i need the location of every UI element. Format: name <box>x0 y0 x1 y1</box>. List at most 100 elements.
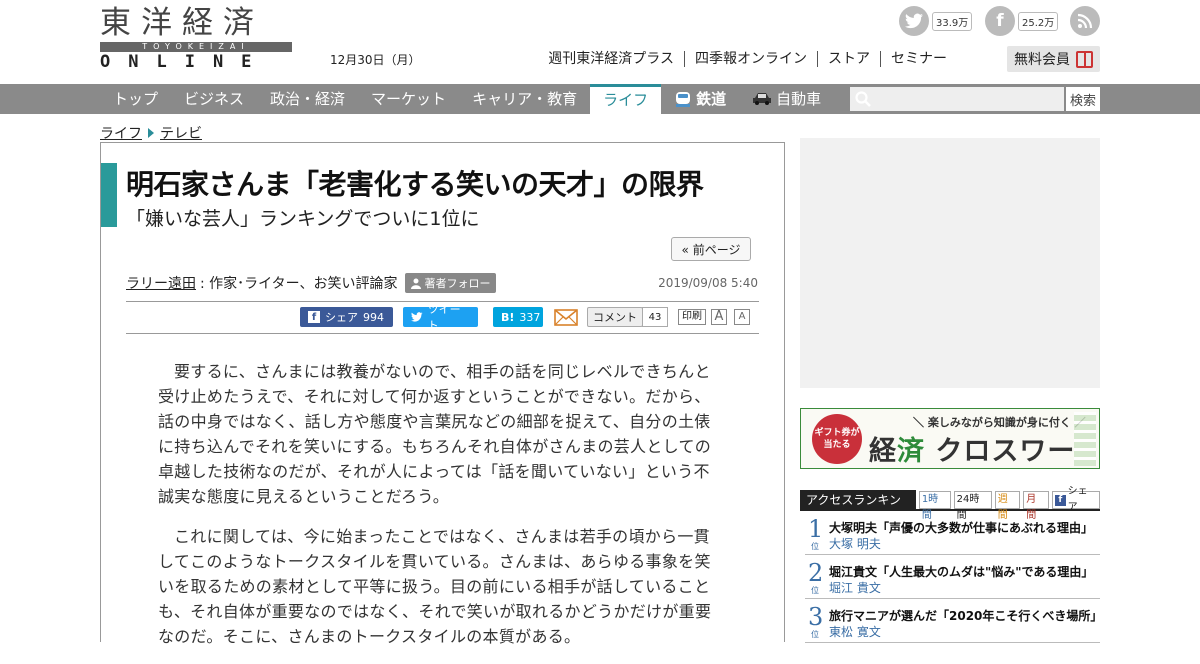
facebook-icon: f <box>985 6 1015 36</box>
gift-icon <box>1076 50 1093 68</box>
search-input[interactable] <box>850 87 1064 111</box>
tab-weekly[interactable]: 週間 <box>994 491 1021 521</box>
nav-business[interactable]: ビジネス <box>171 84 257 114</box>
ranking-tabs: アクセスランキング 1時間 24時間 週間 月間 f シェア <box>800 486 1100 527</box>
nav-politics[interactable]: 政治・経済 <box>257 84 358 114</box>
link-store[interactable]: ストア <box>818 51 881 67</box>
facebook-count: 25.2万 <box>1018 11 1059 31</box>
search-icon <box>855 91 871 107</box>
facebook-small-icon: f <box>1054 494 1066 506</box>
article-title: 明石家さんま「老害化する笑いの天才」の限界 <box>126 168 704 201</box>
font-small-button[interactable]: A <box>734 309 750 325</box>
breadcrumb: ライフ テレビ <box>100 123 202 143</box>
nav-railway-label: 鉄道 <box>696 90 727 108</box>
nav-railway[interactable]: 鉄道 <box>661 84 739 114</box>
tab-1hour[interactable]: 1時間 <box>918 491 951 521</box>
top-links: 週刊東洋経済プラス 四季報オンライン ストア セミナー <box>548 51 957 67</box>
crossword-tagline: ＼ 楽しみながら知識が身に付く ／ <box>913 416 1086 429</box>
facebook-share-count: 994 <box>363 310 384 324</box>
twitter-count: 33.9万 <box>932 11 973 31</box>
crossword-title-a: 経 <box>869 436 897 467</box>
paragraph: 要するに、さんまには教養がないので、相手の話を同じレベルできちんと受け止めたうえ… <box>158 362 712 506</box>
tab-share[interactable]: f シェア <box>1051 486 1100 513</box>
rss-link[interactable] <box>1070 6 1100 36</box>
link-seminar[interactable]: セミナー <box>881 51 957 67</box>
rank-headline[interactable]: 大塚明夫「声優の大多数が仕事にあぶれる理由」 <box>829 519 1093 536</box>
font-large-button[interactable]: A <box>711 309 727 325</box>
ranking-item[interactable]: 3 位 旅行マニアが選んだ「2020年こそ行くべき場所」 東松 寛文 <box>805 599 1102 643</box>
hatena-count: 337 <box>519 310 541 324</box>
rank-author[interactable]: 東松 寛文 <box>829 623 881 640</box>
rank-number: 3 <box>808 603 824 631</box>
rank-suffix: 位 <box>811 630 819 639</box>
access-ranking: アクセスランキング 1時間 24時間 週間 月間 f シェア 1 位 大塚明夫「… <box>800 486 1102 643</box>
crossword-title: 経済 クロスワード <box>869 429 1099 468</box>
nav-life[interactable]: ライフ <box>590 84 662 114</box>
tweet-button[interactable]: ツイート <box>403 303 478 332</box>
rank-author[interactable]: 堀江 貴文 <box>829 579 881 596</box>
twitter-bird-icon <box>411 312 423 322</box>
nav-career[interactable]: キャリア・教育 <box>459 84 590 114</box>
follow-label: 著者フォロー <box>424 277 491 290</box>
print-button[interactable]: 印刷 <box>678 309 706 325</box>
breadcrumb-life[interactable]: ライフ <box>100 123 142 143</box>
nav-market[interactable]: マーケット <box>358 84 459 114</box>
rank-suffix: 位 <box>811 586 819 595</box>
twitter-icon <box>899 6 929 36</box>
breadcrumb-tv[interactable]: テレビ <box>160 123 202 143</box>
search-button[interactable]: 検索 <box>1066 87 1100 111</box>
member-label: 無料会員 <box>1014 52 1070 68</box>
nav-auto-label: 自動車 <box>776 90 822 108</box>
tab-monthly[interactable]: 月間 <box>1023 491 1049 521</box>
prev-page-button[interactable]: « 前ページ <box>671 237 751 261</box>
article-subtitle: 「嫌いな芸人」ランキングでついに1位に <box>126 208 480 230</box>
title-accent <box>101 163 117 227</box>
comment-button[interactable]: コメント <box>587 307 643 327</box>
hatena-bookmark-button[interactable]: B! 337 <box>493 307 543 327</box>
facebook-follow[interactable]: f 25.2万 <box>985 6 1059 36</box>
nav-auto[interactable]: 自動車 <box>739 84 834 114</box>
current-date: 12月30日（月） <box>330 53 421 67</box>
author-role: : 作家･ライター、お笑い評論家 <box>200 276 398 292</box>
crossword-banner[interactable]: ギフト券が当たる ＼ 楽しみながら知識が身に付く ／ 経済 クロスワード <box>800 408 1100 469</box>
ranking-item[interactable]: 1 位 大塚明夫「声優の大多数が仕事にあぶれる理由」 大塚 明夫 <box>805 511 1100 555</box>
logo-online: ONLINE <box>100 52 270 72</box>
mail-icon[interactable] <box>554 309 578 326</box>
ranking-title: アクセスランキング <box>800 490 916 527</box>
facebook-share-label: シェア <box>325 311 358 324</box>
author-line: ラリー遠田 : 作家･ライター、お笑い評論家 著者フォロー <box>126 273 497 293</box>
link-shikiho[interactable]: 四季報オンライン <box>685 51 818 67</box>
free-member-button[interactable]: 無料会員 <box>1007 46 1100 72</box>
tab-24hours[interactable]: 24時間 <box>953 491 992 521</box>
link-weekly-plus[interactable]: 週刊東洋経済プラス <box>548 51 685 67</box>
gift-badge: ギフト券が当たる <box>812 414 862 464</box>
article: 明石家さんま「老害化する笑いの天才」の限界 「嫌いな芸人」ランキングでついに1位… <box>100 142 785 646</box>
tweet-label: ツイート <box>427 303 461 332</box>
publish-date: 2019/09/08 5:40 <box>658 276 758 290</box>
train-icon <box>676 92 691 107</box>
rank-author[interactable]: 大塚 明夫 <box>829 535 881 552</box>
twitter-follow[interactable]: 33.9万 <box>899 6 973 36</box>
ranking-item[interactable]: 2 位 堀江貴文「人生最大のムダは"悩み"である理由」 堀江 貴文 <box>805 555 1100 599</box>
site-header: 東洋経済 TOYOKEIZAI ONLINE 12月30日（月） 33.9万 f… <box>0 0 1200 84</box>
facebook-share-icon: f <box>308 311 320 323</box>
logo-kanji: 東洋経済 <box>100 5 264 41</box>
site-logo[interactable]: 東洋経済 TOYOKEIZAI ONLINE <box>100 5 292 72</box>
author-name[interactable]: ラリー遠田 <box>126 273 196 293</box>
breadcrumb-arrow-icon <box>148 128 154 138</box>
hatena-icon: B! <box>501 310 515 324</box>
car-icon <box>753 93 772 105</box>
crossword-title-b: 済 <box>897 436 925 467</box>
person-icon <box>411 278 422 289</box>
nav-top[interactable]: トップ <box>100 84 171 114</box>
logo-sub: TOYOKEIZAI <box>100 42 292 52</box>
rank-headline[interactable]: 旅行マニアが選んだ「2020年こそ行くべき場所」 <box>829 607 1102 624</box>
paragraph: これに関しては、今に始まったことではなく、さんまは若手の頃から一貫してこのような… <box>158 527 712 646</box>
divider <box>126 333 759 334</box>
facebook-share-button[interactable]: f シェア 994 <box>300 307 393 327</box>
rank-headline[interactable]: 堀江貴文「人生最大のムダは"悩み"である理由」 <box>829 563 1093 580</box>
rank-number: 1 <box>808 515 824 543</box>
main-nav: トップ ビジネス 政治・経済 マーケット キャリア・教育 ライフ 鉄道 自動車 … <box>0 84 1200 114</box>
rank-number: 2 <box>808 559 824 587</box>
follow-author-button[interactable]: 著者フォロー <box>405 273 497 293</box>
